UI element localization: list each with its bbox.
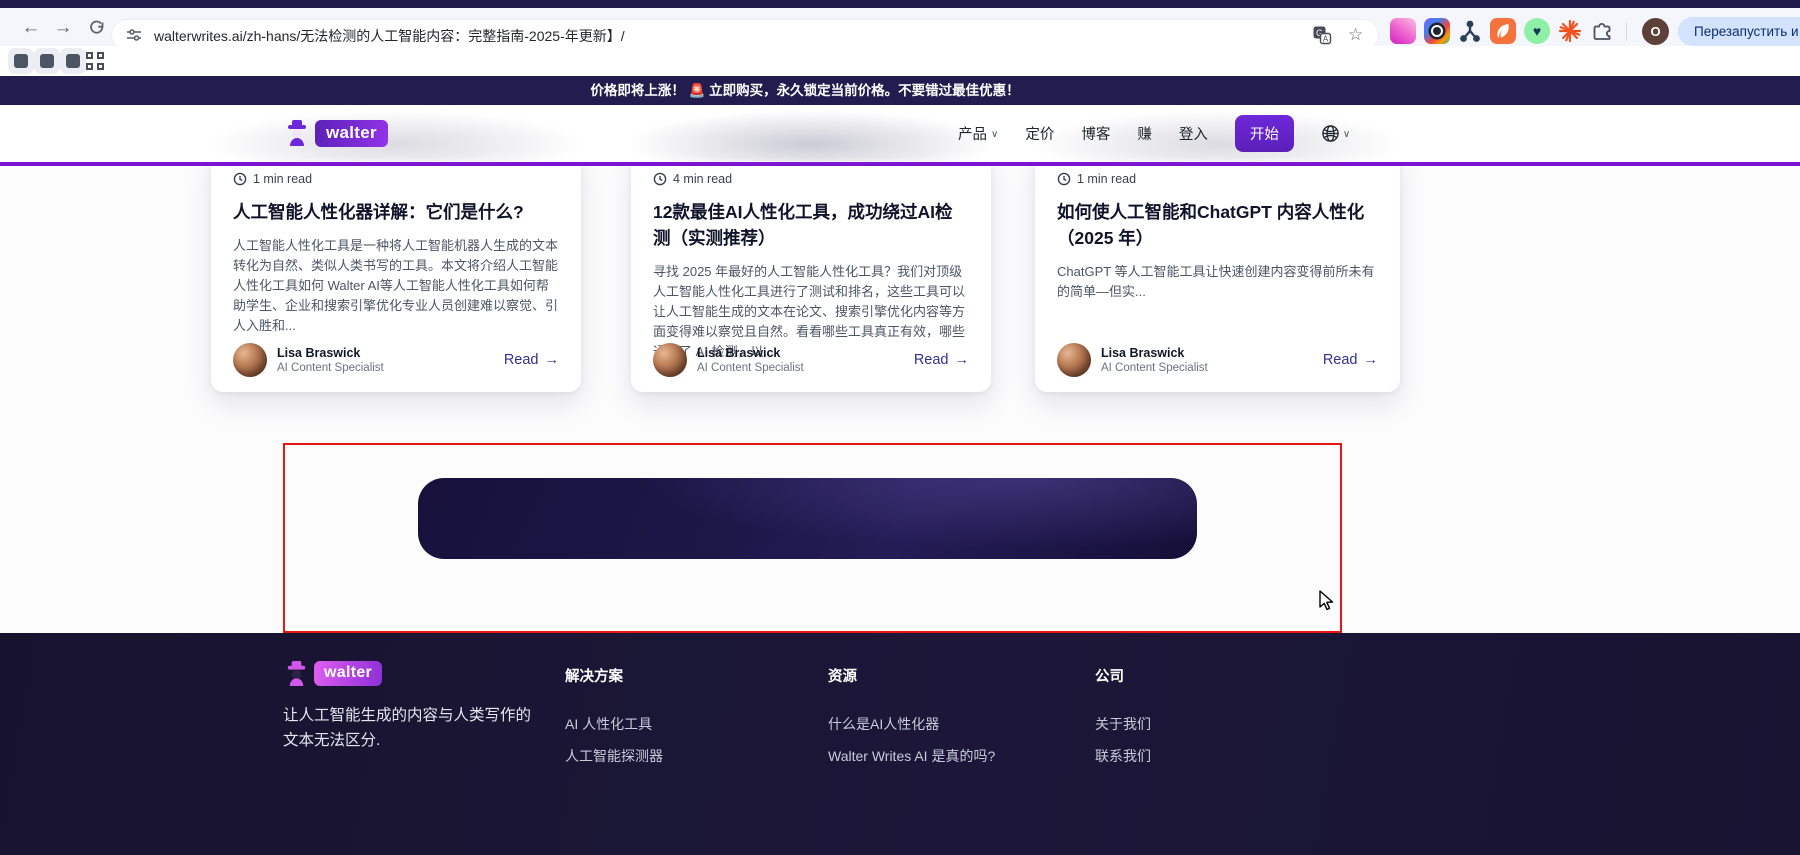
mouse-cursor bbox=[1318, 590, 1338, 617]
bookmarks-bar bbox=[0, 46, 1800, 76]
promo-banner: 价格即将上涨！ 🚨 立即购买，永久锁定当前价格。不要错过最佳优惠！ bbox=[0, 76, 1800, 105]
bookmark-item[interactable] bbox=[34, 48, 60, 74]
restart-to-update-button[interactable]: Перезапустить и bbox=[1678, 17, 1800, 46]
read-link[interactable]: Read → bbox=[914, 352, 969, 368]
back-icon[interactable]: ← bbox=[20, 17, 42, 39]
language-switcher[interactable]: ∨ bbox=[1321, 124, 1350, 143]
arrow-right-icon: → bbox=[544, 352, 560, 368]
extensions-puzzle-icon[interactable] bbox=[1592, 20, 1618, 46]
translucent-card-shadow bbox=[211, 111, 581, 162]
apps-grid-icon[interactable] bbox=[86, 52, 104, 70]
author-name: Lisa Braswick bbox=[1101, 346, 1185, 360]
extension-heart-icon[interactable]: ♥ bbox=[1524, 18, 1550, 44]
card-title[interactable]: 如何使人工智能和ChatGPT 内容人性化（2025 年） bbox=[1057, 199, 1378, 251]
url-text[interactable]: walterwrites.ai/zh-hans/无法检测的人工智能内容：完整指南… bbox=[154, 26, 625, 46]
svg-text:A: A bbox=[1323, 35, 1329, 44]
site-settings-icon[interactable] bbox=[126, 27, 142, 48]
footer: walter 让人工智能生成的内容与人类写作的文本无法区分. 解决方案 AI 人… bbox=[0, 633, 1800, 855]
footer-link[interactable]: 人工智能探测器 bbox=[565, 746, 663, 766]
extension-camera-icon[interactable] bbox=[1424, 18, 1450, 44]
author-name: Lisa Braswick bbox=[697, 346, 781, 360]
author-role: AI Content Specialist bbox=[277, 362, 384, 374]
read-link[interactable]: Read → bbox=[1323, 352, 1378, 368]
footer-column-company: 公司 关于我们 联系我们 bbox=[1095, 665, 1151, 778]
toolbar-divider bbox=[1626, 22, 1627, 41]
nav-pricing[interactable]: 定价 bbox=[1025, 123, 1054, 144]
get-started-button[interactable]: 开始 bbox=[1234, 115, 1294, 152]
extension-pink-icon[interactable] bbox=[1390, 18, 1416, 44]
author-role: AI Content Specialist bbox=[697, 362, 804, 374]
footer-tagline: 让人工智能生成的内容与人类写作的文本无法区分. bbox=[283, 707, 532, 749]
forward-icon[interactable]: → bbox=[52, 17, 74, 39]
extension-starburst-icon[interactable] bbox=[1557, 18, 1583, 44]
nav-blog[interactable]: 博客 bbox=[1081, 123, 1110, 144]
footer-link[interactable]: Walter Writes AI 是真的吗? bbox=[828, 746, 995, 766]
read-time: 1 min read bbox=[1077, 172, 1137, 186]
read-time-row: 1 min read bbox=[1057, 172, 1378, 186]
logo-wordmark: walter bbox=[315, 119, 388, 147]
translucent-card-shadow bbox=[631, 111, 991, 162]
reload-icon[interactable] bbox=[86, 17, 108, 39]
nav-earn[interactable]: 赚 bbox=[1137, 123, 1152, 144]
main-nav: 产品 ∨ 定价 博客 赚 登入 开始 ∨ bbox=[958, 105, 1350, 162]
footer-link[interactable]: AI 人性化工具 bbox=[565, 714, 663, 734]
extension-leaf-icon[interactable] bbox=[1490, 18, 1516, 44]
author-avatar bbox=[653, 343, 687, 377]
blog-card[interactable]: 1 min read 人工智能人性化器详解：它们是什么? 人工智能人性化工具是一… bbox=[211, 150, 581, 392]
arrow-right-icon: → bbox=[1363, 352, 1379, 368]
read-time-row: 4 min read bbox=[653, 172, 969, 186]
walter-hat-icon bbox=[287, 660, 306, 687]
footer-column-resources: 资源 什么是AI人性化器 Walter Writes AI 是真的吗? bbox=[828, 665, 995, 778]
walter-hat-icon bbox=[288, 120, 306, 146]
bookmark-star-icon[interactable]: ☆ bbox=[1348, 25, 1363, 45]
bookmark-item[interactable] bbox=[8, 48, 34, 74]
read-time: 4 min read bbox=[673, 172, 733, 186]
chevron-down-icon: ∨ bbox=[991, 129, 999, 140]
browser-window: ← → walterwrites.ai/zh-hans/无法检测的人工智能内容：… bbox=[0, 0, 1800, 855]
cta-banner-placeholder[interactable] bbox=[418, 478, 1197, 559]
footer-column-title: 公司 bbox=[1095, 669, 1124, 685]
nav-products[interactable]: 产品 ∨ bbox=[958, 123, 998, 144]
clock-icon bbox=[233, 172, 247, 186]
bookmark-item[interactable] bbox=[60, 48, 86, 74]
read-link[interactable]: Read → bbox=[504, 352, 559, 368]
promo-banner-text: 价格即将上涨！ 🚨 立即购买，永久锁定当前价格。不要错过最佳优惠！ bbox=[590, 83, 1020, 98]
author-row: Lisa Braswick AI Content Specialist Read… bbox=[233, 343, 559, 377]
read-time-row: 1 min read bbox=[233, 172, 559, 186]
footer-link[interactable]: 联系我们 bbox=[1095, 746, 1151, 766]
globe-icon bbox=[1322, 125, 1339, 142]
site-header: walter 产品 ∨ 定价 博客 赚 登入 开始 ∨ bbox=[0, 105, 1800, 166]
author-row: Lisa Braswick AI Content Specialist Read… bbox=[1057, 343, 1378, 377]
chevron-down-icon: ∨ bbox=[1342, 129, 1351, 140]
nav-login[interactable]: 登入 bbox=[1179, 123, 1208, 144]
footer-link[interactable]: 什么是AI人性化器 bbox=[828, 714, 995, 734]
author-row: Lisa Braswick AI Content Specialist Read… bbox=[653, 343, 969, 377]
clock-icon bbox=[1057, 172, 1071, 186]
card-excerpt: 人工智能人性化工具是一种将人工智能机器人生成的文本转化为自然、类似人类书写的工具… bbox=[233, 238, 559, 333]
logo-wordmark: walter bbox=[314, 661, 383, 686]
site-logo[interactable]: walter bbox=[283, 119, 388, 147]
card-title[interactable]: 12款最佳AI人性化工具，成功绕过AI检测（实测推荐） bbox=[653, 199, 969, 251]
author-avatar bbox=[233, 343, 267, 377]
clock-icon bbox=[653, 172, 667, 186]
author-avatar bbox=[1057, 343, 1091, 377]
arrow-right-icon: → bbox=[954, 352, 970, 368]
author-role: AI Content Specialist bbox=[1101, 362, 1208, 374]
author-name: Lisa Braswick bbox=[277, 346, 361, 360]
footer-link[interactable]: 关于我们 bbox=[1095, 714, 1151, 734]
blog-card[interactable]: 1 min read 如何使人工智能和ChatGPT 内容人性化（2025 年）… bbox=[1035, 150, 1400, 392]
blog-card[interactable]: 4 min read 12款最佳AI人性化工具，成功绕过AI检测（实测推荐） 寻… bbox=[631, 150, 991, 392]
window-top-strip bbox=[0, 0, 1800, 8]
profile-avatar[interactable]: O bbox=[1642, 18, 1669, 45]
footer-logo[interactable]: walter bbox=[283, 660, 383, 687]
footer-column-title: 解决方案 bbox=[565, 669, 623, 685]
footer-column-solutions: 解决方案 AI 人性化工具 人工智能探测器 bbox=[565, 665, 663, 778]
extension-path-icon[interactable] bbox=[1457, 18, 1483, 44]
footer-column-title: 资源 bbox=[828, 669, 857, 685]
card-title[interactable]: 人工智能人性化器详解：它们是什么? bbox=[233, 199, 559, 225]
card-excerpt: ChatGPT 等人工智能工具让快速创建内容变得前所未有的简单—但实... bbox=[1057, 264, 1375, 299]
browser-toolbar: ← → walterwrites.ai/zh-hans/无法检测的人工智能内容：… bbox=[0, 8, 1800, 50]
read-time: 1 min read bbox=[253, 172, 313, 186]
